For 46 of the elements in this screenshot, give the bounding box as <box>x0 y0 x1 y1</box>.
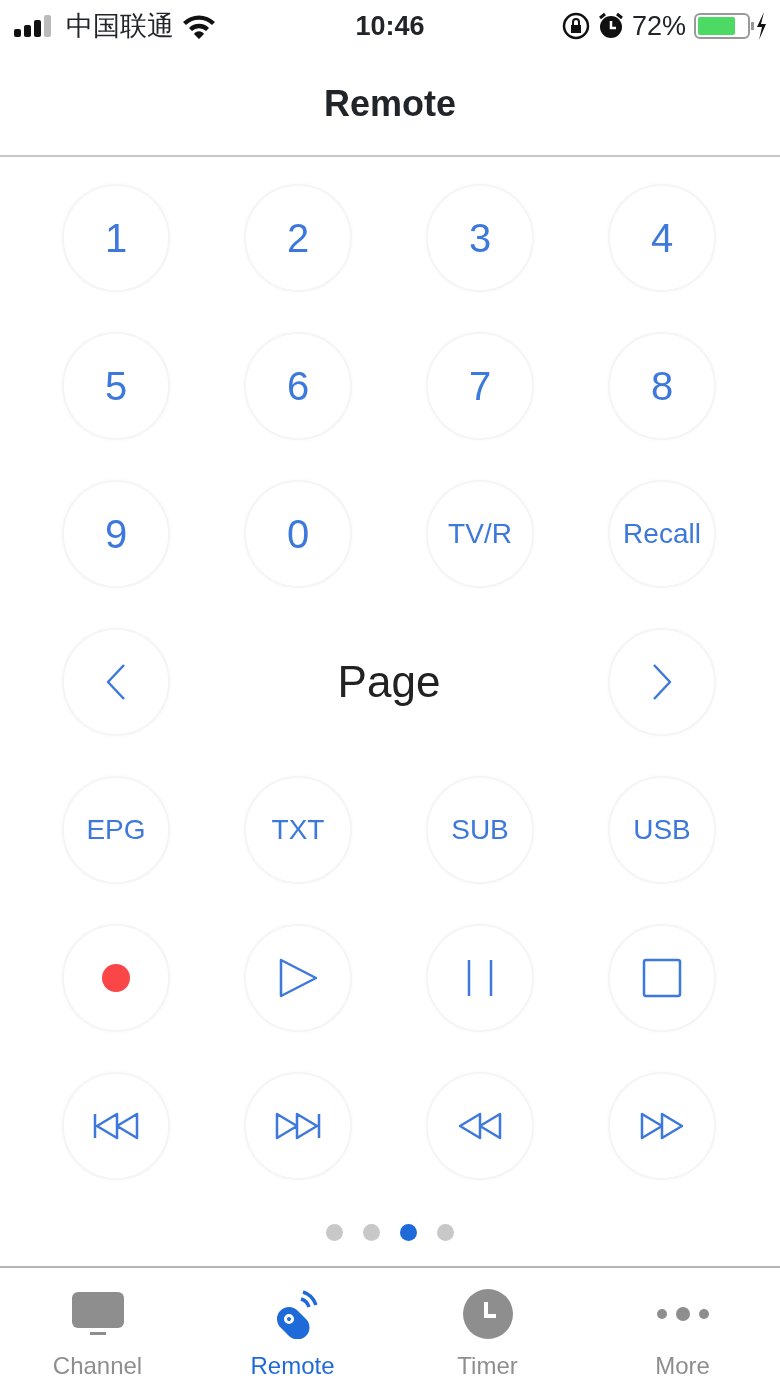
page-indicator-dot[interactable] <box>437 1223 454 1241</box>
remote-key[interactable]: USB <box>608 776 716 884</box>
carrier-name: 中国联通 <box>66 9 174 43</box>
page-label: Page <box>337 656 441 708</box>
tab-button[interactable]: Channel <box>0 1268 195 1387</box>
battery-icon <box>694 12 766 40</box>
back-icon <box>104 662 128 702</box>
rotation-lock-icon <box>561 12 590 40</box>
more-icon <box>655 1307 710 1321</box>
page-indicator-dot[interactable] <box>400 1223 417 1241</box>
remote-key[interactable]: 2 <box>244 184 352 292</box>
tab-button[interactable]: Timer <box>390 1268 585 1387</box>
battery-percent: 72% <box>631 9 686 43</box>
tab-button[interactable]: More <box>585 1268 780 1387</box>
remote-key[interactable]: SUB <box>426 776 534 884</box>
remote-key[interactable]: 7 <box>426 332 534 440</box>
play-icon <box>278 957 318 999</box>
status-time: 10:46 <box>355 9 425 43</box>
remote-key[interactable]: 8 <box>608 332 716 440</box>
remote-key[interactable]: TXT <box>244 776 352 884</box>
clock-icon <box>462 1289 513 1339</box>
alarm-icon <box>597 12 624 40</box>
skip-back-icon <box>93 1112 139 1140</box>
screen-title: Remote <box>324 81 456 126</box>
tv-icon <box>70 1292 125 1336</box>
remote-key[interactable]: 0 <box>244 480 352 588</box>
record-icon <box>102 964 130 992</box>
remote-key[interactable]: TV/R <box>426 480 534 588</box>
skip-forward-icon <box>275 1112 321 1140</box>
fast-forward-icon <box>640 1112 684 1140</box>
pause-icon <box>466 958 494 998</box>
page-indicator-dot[interactable] <box>363 1223 380 1241</box>
page-indicator-dot[interactable] <box>326 1223 343 1241</box>
wifi-icon <box>182 13 216 39</box>
tab-button[interactable]: Remote <box>195 1268 390 1387</box>
rewind-icon <box>458 1112 502 1140</box>
remote-key[interactable]: 1 <box>62 184 170 292</box>
forward-icon <box>650 662 674 702</box>
remote-key[interactable]: 6 <box>244 332 352 440</box>
remote-key[interactable]: 4 <box>608 184 716 292</box>
stop-icon <box>642 958 682 998</box>
remote-key[interactable]: 9 <box>62 480 170 588</box>
remote-key[interactable]: 5 <box>62 332 170 440</box>
remote-key[interactable]: EPG <box>62 776 170 884</box>
remote-key[interactable]: 3 <box>426 184 534 292</box>
remote-key[interactable]: Recall <box>608 480 716 588</box>
